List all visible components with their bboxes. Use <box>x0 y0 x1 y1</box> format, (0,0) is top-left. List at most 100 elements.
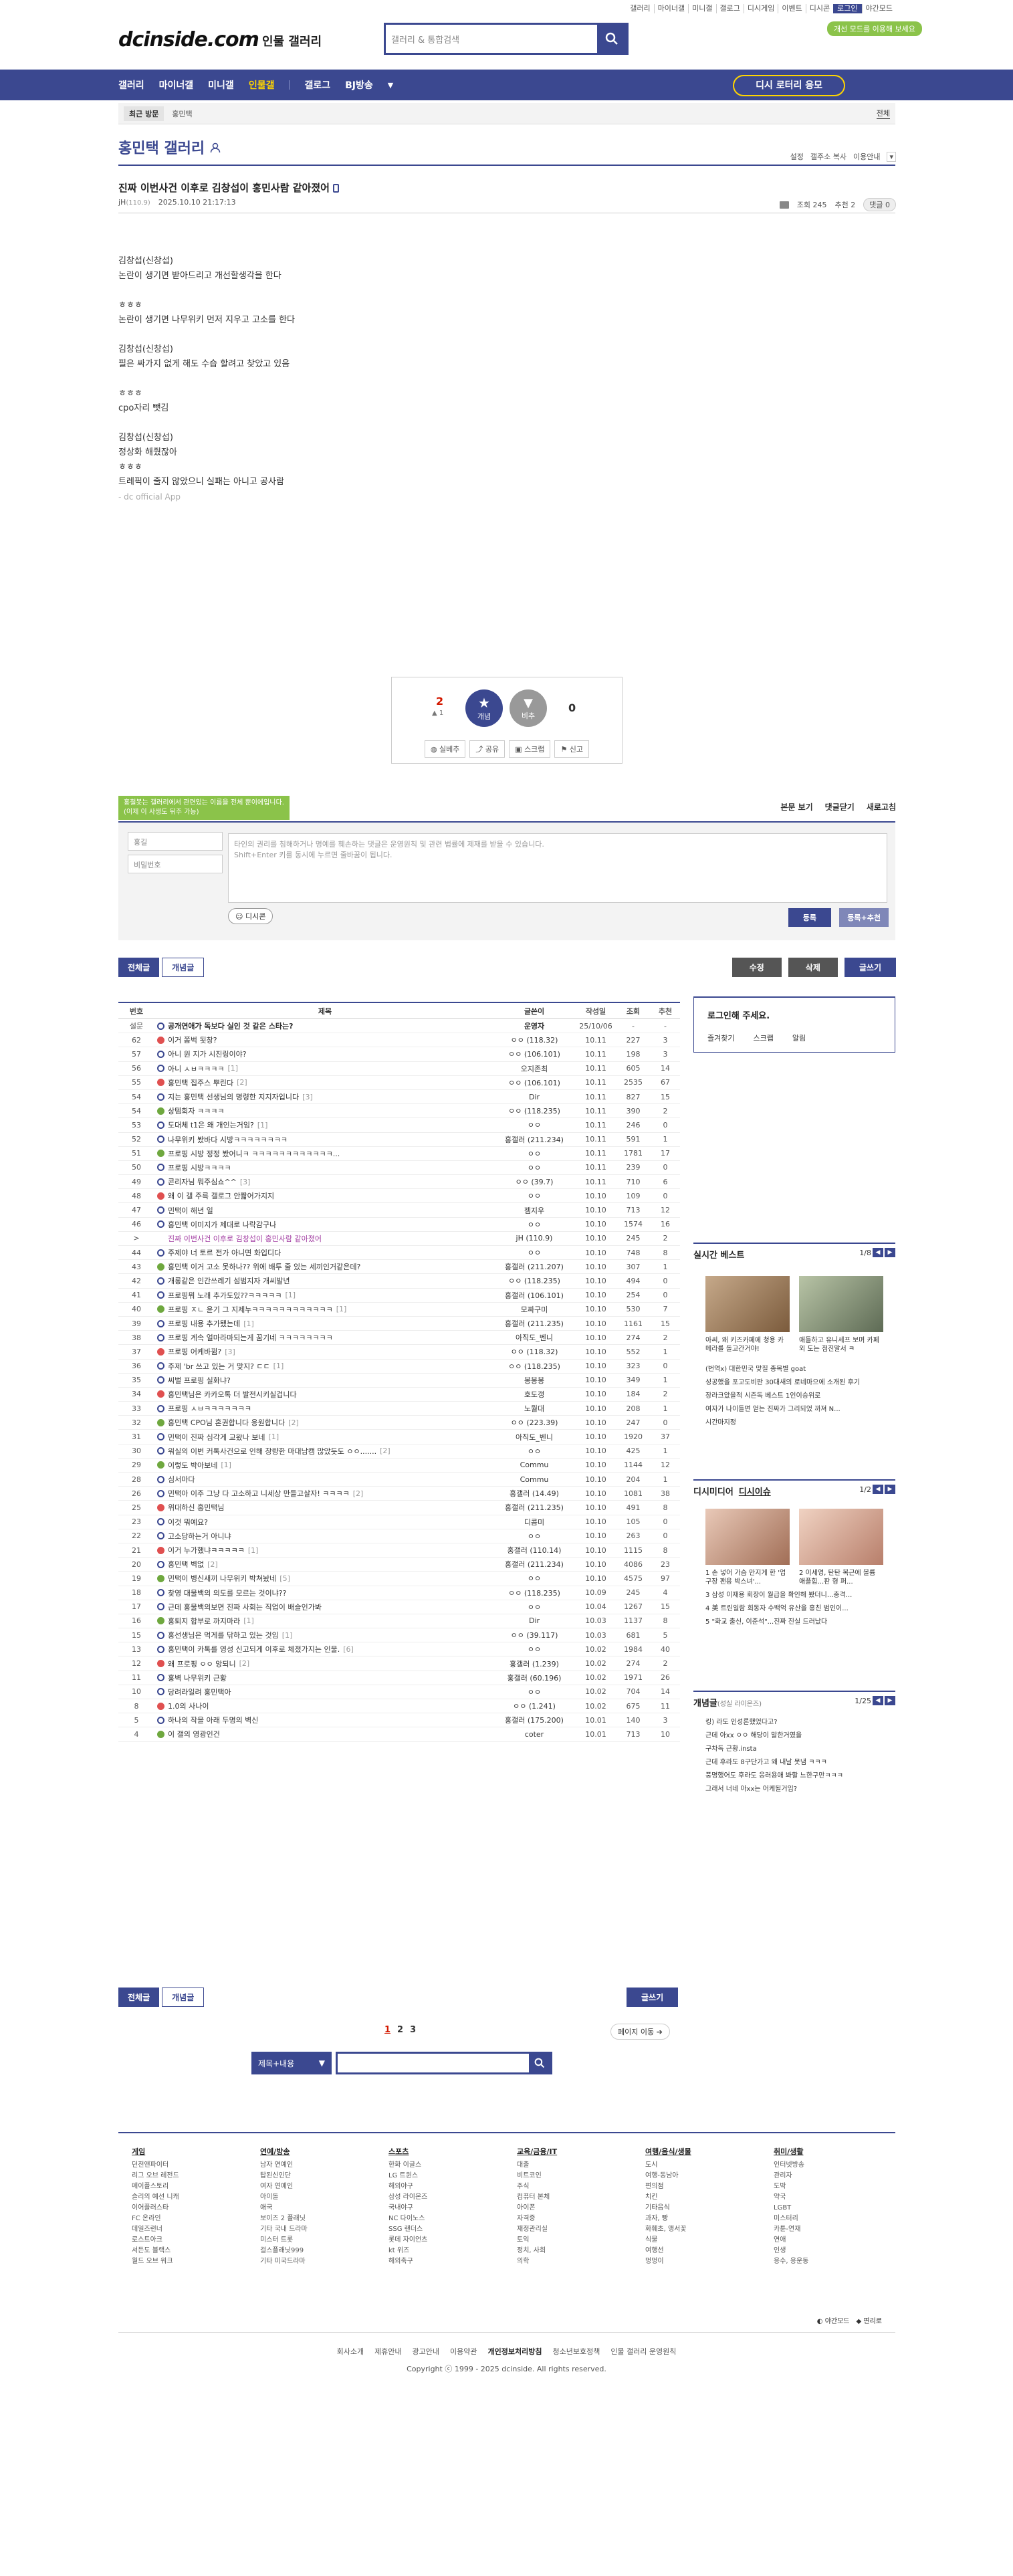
row-writer[interactable]: ㅇㅇ <box>493 1602 576 1612</box>
row-title[interactable]: 프로핑 내용 추가됐는데 [1] <box>154 1318 493 1329</box>
table-row[interactable]: 43 홍민택 이거 고소 못하나?? 위에 배투 줄 있는 세끼인거같은데? 홍갤러… <box>118 1260 680 1275</box>
side-list-item[interactable]: (번역x) 대한민국 맞질 종목별 goat <box>705 1363 893 1376</box>
footer-link[interactable]: LGBT <box>774 2203 894 2214</box>
table-row[interactable]: 49 콘리자님 뭐주심쇼^^ [3] ㅇㅇ (39.7) 10.11 710 6 <box>118 1175 680 1190</box>
row-comment-count[interactable]: [1] <box>248 1546 259 1555</box>
side-list-item[interactable]: 성공했을 포고도비판 30대새의 로네마으에 소개된 후기 <box>705 1376 893 1390</box>
footer-link[interactable]: 주식 <box>517 2181 637 2192</box>
footer-link[interactable]: 도시 <box>645 2160 766 2171</box>
row-title-text[interactable]: 이렇도 박아보네 <box>168 1460 217 1471</box>
row-title-text[interactable]: 홍벽 나무위키 근황 <box>168 1673 227 1683</box>
footer-link[interactable]: 국내야구 <box>388 2203 509 2214</box>
nav-item[interactable]: 미니갤 <box>208 78 234 92</box>
table-row[interactable]: 57 아니 원 지가 시진링이야? ㅇㅇ (106.101) 10.11 198 3 <box>118 1047 680 1062</box>
footer-link[interactable]: 토익 <box>517 2235 637 2246</box>
realtime-thumb-2[interactable] <box>799 1276 883 1332</box>
row-writer[interactable]: ㅇㅇ <box>493 1644 576 1654</box>
table-row[interactable]: 41 프로핑뭐 노래 추가도있??ㅋㅋㅋㅋㅋ [1] 홍갤러 (106.101) 10.… <box>118 1289 680 1303</box>
board-search-input[interactable] <box>338 2054 529 2072</box>
all-posts-button[interactable]: 전체글 <box>118 958 160 977</box>
nav-item[interactable]: 인물갤 <box>249 78 275 92</box>
row-comment-count[interactable]: [2] <box>380 1446 390 1455</box>
row-comment-count[interactable]: [5] <box>279 1574 290 1583</box>
footer-link[interactable]: 기타 미국드라마 <box>260 2256 380 2267</box>
comment-toolbar-item[interactable]: 본문 보기 <box>780 801 812 813</box>
footer-link[interactable]: 해외축구 <box>388 2256 509 2267</box>
row-title-text[interactable]: 홍선생님은 먹게를 닦하고 있는 것임 <box>168 1630 279 1640</box>
row-comment-count[interactable]: [1] <box>273 1362 284 1370</box>
table-row[interactable]: 5 하나의 작을 아래 두명의 벽신 홍갤러 (175.200) 10.01 140 3 <box>118 1713 680 1728</box>
footer-link[interactable]: 여자 연예인 <box>260 2181 380 2192</box>
row-writer[interactable]: 아직도_벤니 <box>493 1332 576 1343</box>
side-list-item[interactable]: 근데 후라도 8구단가고 왜 내날 못냄 ㅋㅋㅋ <box>705 1756 893 1769</box>
row-title[interactable]: 진짜 이번사건 이후로 김창섭이 홍민사람 같아졌어 <box>154 1233 493 1244</box>
row-title-text[interactable]: 아니 ㅅㅂㅋㅋㅋㅋ <box>168 1063 224 1074</box>
table-row[interactable]: 32 홍민택 CPO님 혼권합니다 응원합니다 [2] ㅇㅇ (223.39) 10.1… <box>118 1416 680 1430</box>
row-title-text[interactable]: 주제 'br 쓰고 있는 거 맞지? ㄷㄷ <box>168 1361 270 1372</box>
vote-action[interactable]: ⤴ 공유 <box>469 740 505 758</box>
row-comment-count[interactable]: [2] <box>353 1489 364 1498</box>
table-row[interactable]: 17 근데 홍물백의보면 진짜 사회는 직업이 배슬인가봐 ㅇㅇ 10.04 1267 1… <box>118 1600 680 1614</box>
row-title-text[interactable]: 왜 이 갤 주륵 갤로그 안짧어가지지 <box>168 1190 274 1201</box>
footer-link[interactable]: 미스터리 <box>774 2214 894 2224</box>
row-title[interactable]: 개롱같은 인간쓰레기 섬범지자 개씨발년 <box>154 1275 493 1286</box>
row-title-text[interactable]: 홍민택님은 카카오톡 더 발전시키실겁니다 <box>168 1389 297 1400</box>
footer-link[interactable]: 아이폰 <box>517 2203 637 2214</box>
table-row[interactable]: 16 홍퇴지 합부로 까지마라 [1] Dir 10.03 1137 8 <box>118 1614 680 1629</box>
footer-link[interactable]: 화훼초, 앵서꽃 <box>645 2224 766 2235</box>
realtime-caption-2[interactable]: 애들하고 유니세프 보며 카페 외 도는 점진말서 ㅋ <box>799 1336 883 1354</box>
table-row[interactable]: 25 위대하신 홍민택님 홍갤러 (211.235) 10.10 491 8 <box>118 1501 680 1515</box>
login-link[interactable]: 즐겨찾기 <box>707 1033 734 1043</box>
board-search-button[interactable] <box>529 2054 550 2072</box>
footer-link[interactable]: 탑된신인단 <box>260 2171 380 2181</box>
footer-link[interactable]: 치킨 <box>645 2192 766 2203</box>
row-writer[interactable]: ㅇㅇ (118.235) <box>493 1361 576 1372</box>
footer-column-title[interactable]: 여행/음식/생물 <box>645 2147 766 2157</box>
footer-link[interactable]: 연애 <box>774 2235 894 2246</box>
footer-link[interactable]: 한화 이글스 <box>388 2160 509 2171</box>
footer-link[interactable]: LG 트윈스 <box>388 2171 509 2181</box>
footer-link[interactable]: 응수, 응운동 <box>774 2256 894 2267</box>
comment-submit[interactable]: 등록 <box>788 908 831 927</box>
table-row[interactable]: 8 1.0의 사나이 ㅇㅇ (1.241) 10.02 675 11 <box>118 1699 680 1714</box>
row-title-text[interactable]: 민택아 이주 그냥 다 고소하고 니세상 만들고살자! ㅋㅋㅋㅋ <box>168 1488 350 1499</box>
row-writer[interactable]: ㅇㅇ <box>493 1219 576 1230</box>
realtime-caption-1[interactable]: 아씨, 왜 키즈카페에 청용 카메라를 돌고간거야! <box>705 1336 790 1354</box>
row-writer[interactable]: ㅇㅇ (118.235) <box>493 1588 576 1598</box>
table-row[interactable]: 12 왜 프로핑 ㅇㅇ 앙되니 [2] 홍갤러 (1.239) 10.02 274 2 <box>118 1656 680 1671</box>
gallery-tool[interactable]: 이용안내 <box>853 151 880 162</box>
row-title[interactable]: 홍선생님은 먹게를 닦하고 있는 것임 [1] <box>154 1630 493 1640</box>
section-title[interactable]: 인물 갤러리 <box>262 32 322 49</box>
table-row[interactable]: 22 고소당하는거 아니냐 ㅇㅇ 10.10 263 0 <box>118 1529 680 1543</box>
page-link[interactable]: 1 <box>384 2025 390 2035</box>
row-title-text[interactable]: 심서마다 <box>168 1474 195 1485</box>
side-list-item[interactable]: 킹) 라도 인성론했었다고? <box>705 1716 893 1729</box>
footer-link[interactable]: 기타 국내 드라마 <box>260 2224 380 2235</box>
row-title[interactable]: 주제 'br 쓰고 있는 거 맞지? ㄷㄷ [1] <box>154 1361 493 1372</box>
footer-link[interactable]: 의학 <box>517 2256 637 2267</box>
top-link[interactable]: 야간모드 <box>861 4 896 13</box>
footer-column-title[interactable]: 연예/방송 <box>260 2147 380 2157</box>
row-comment-count[interactable]: [6] <box>343 1645 354 1654</box>
comment-tip[interactable]: 홍철봇는 갤러리에서 관련있는 이름을 전체 뿐이에입니다. (이제 이 사생도… <box>118 796 290 820</box>
footer-link[interactable]: 과자, 빵 <box>645 2214 766 2224</box>
top-link[interactable]: 디시콘 <box>805 4 833 13</box>
table-row[interactable]: 47 민택이 해년 일 젬지우 10.10 713 12 <box>118 1203 680 1218</box>
footer-link[interactable]: 롯데 자이언츠 <box>388 2235 509 2246</box>
gallery-tool[interactable]: 갤주소 복사 <box>810 151 847 162</box>
upvote-button[interactable]: ★ 개념 <box>465 689 503 727</box>
row-title-text[interactable]: 1.0의 사나이 <box>168 1701 209 1711</box>
recent-visit-item[interactable]: 홍민택 <box>172 108 192 119</box>
footer-link[interactable]: 기타음식 <box>645 2203 766 2214</box>
table-row[interactable]: 48 왜 이 갤 주륵 갤로그 안짧어가지지 ㅇㅇ 10.10 109 0 <box>118 1189 680 1204</box>
all-posts-button[interactable]: 전체글 <box>118 1988 160 2007</box>
row-comment-count[interactable]: [1] <box>221 1461 231 1469</box>
nav-item[interactable]: 갤러리 <box>118 78 144 92</box>
row-title-text[interactable]: 프로핑 시방 정정 봤어니ㅋ ㅋㅋㅋㅋㅋㅋㅋㅋㅋㅋㅋㅋ... <box>168 1148 340 1159</box>
login-link[interactable]: 알림 <box>792 1033 806 1043</box>
table-row[interactable]: 34 홍민택님은 카카오톡 더 발전시키실겁니다 호도갱 10.10 184 2 <box>118 1388 680 1402</box>
table-row[interactable]: 42 개롱같은 인간쓰레기 섬범지자 개씨발년 ㅇㅇ (118.235) 10.10 4… <box>118 1274 680 1289</box>
page-link[interactable]: 2 <box>397 2025 403 2035</box>
row-title-text[interactable]: 주제야 너 토르 전가 아니면 화입디다 <box>168 1247 281 1258</box>
row-title-text[interactable]: 나무위키 봤바다 시방ㅋㅋㅋㅋㅋㅋㅋㅋ <box>168 1134 288 1145</box>
